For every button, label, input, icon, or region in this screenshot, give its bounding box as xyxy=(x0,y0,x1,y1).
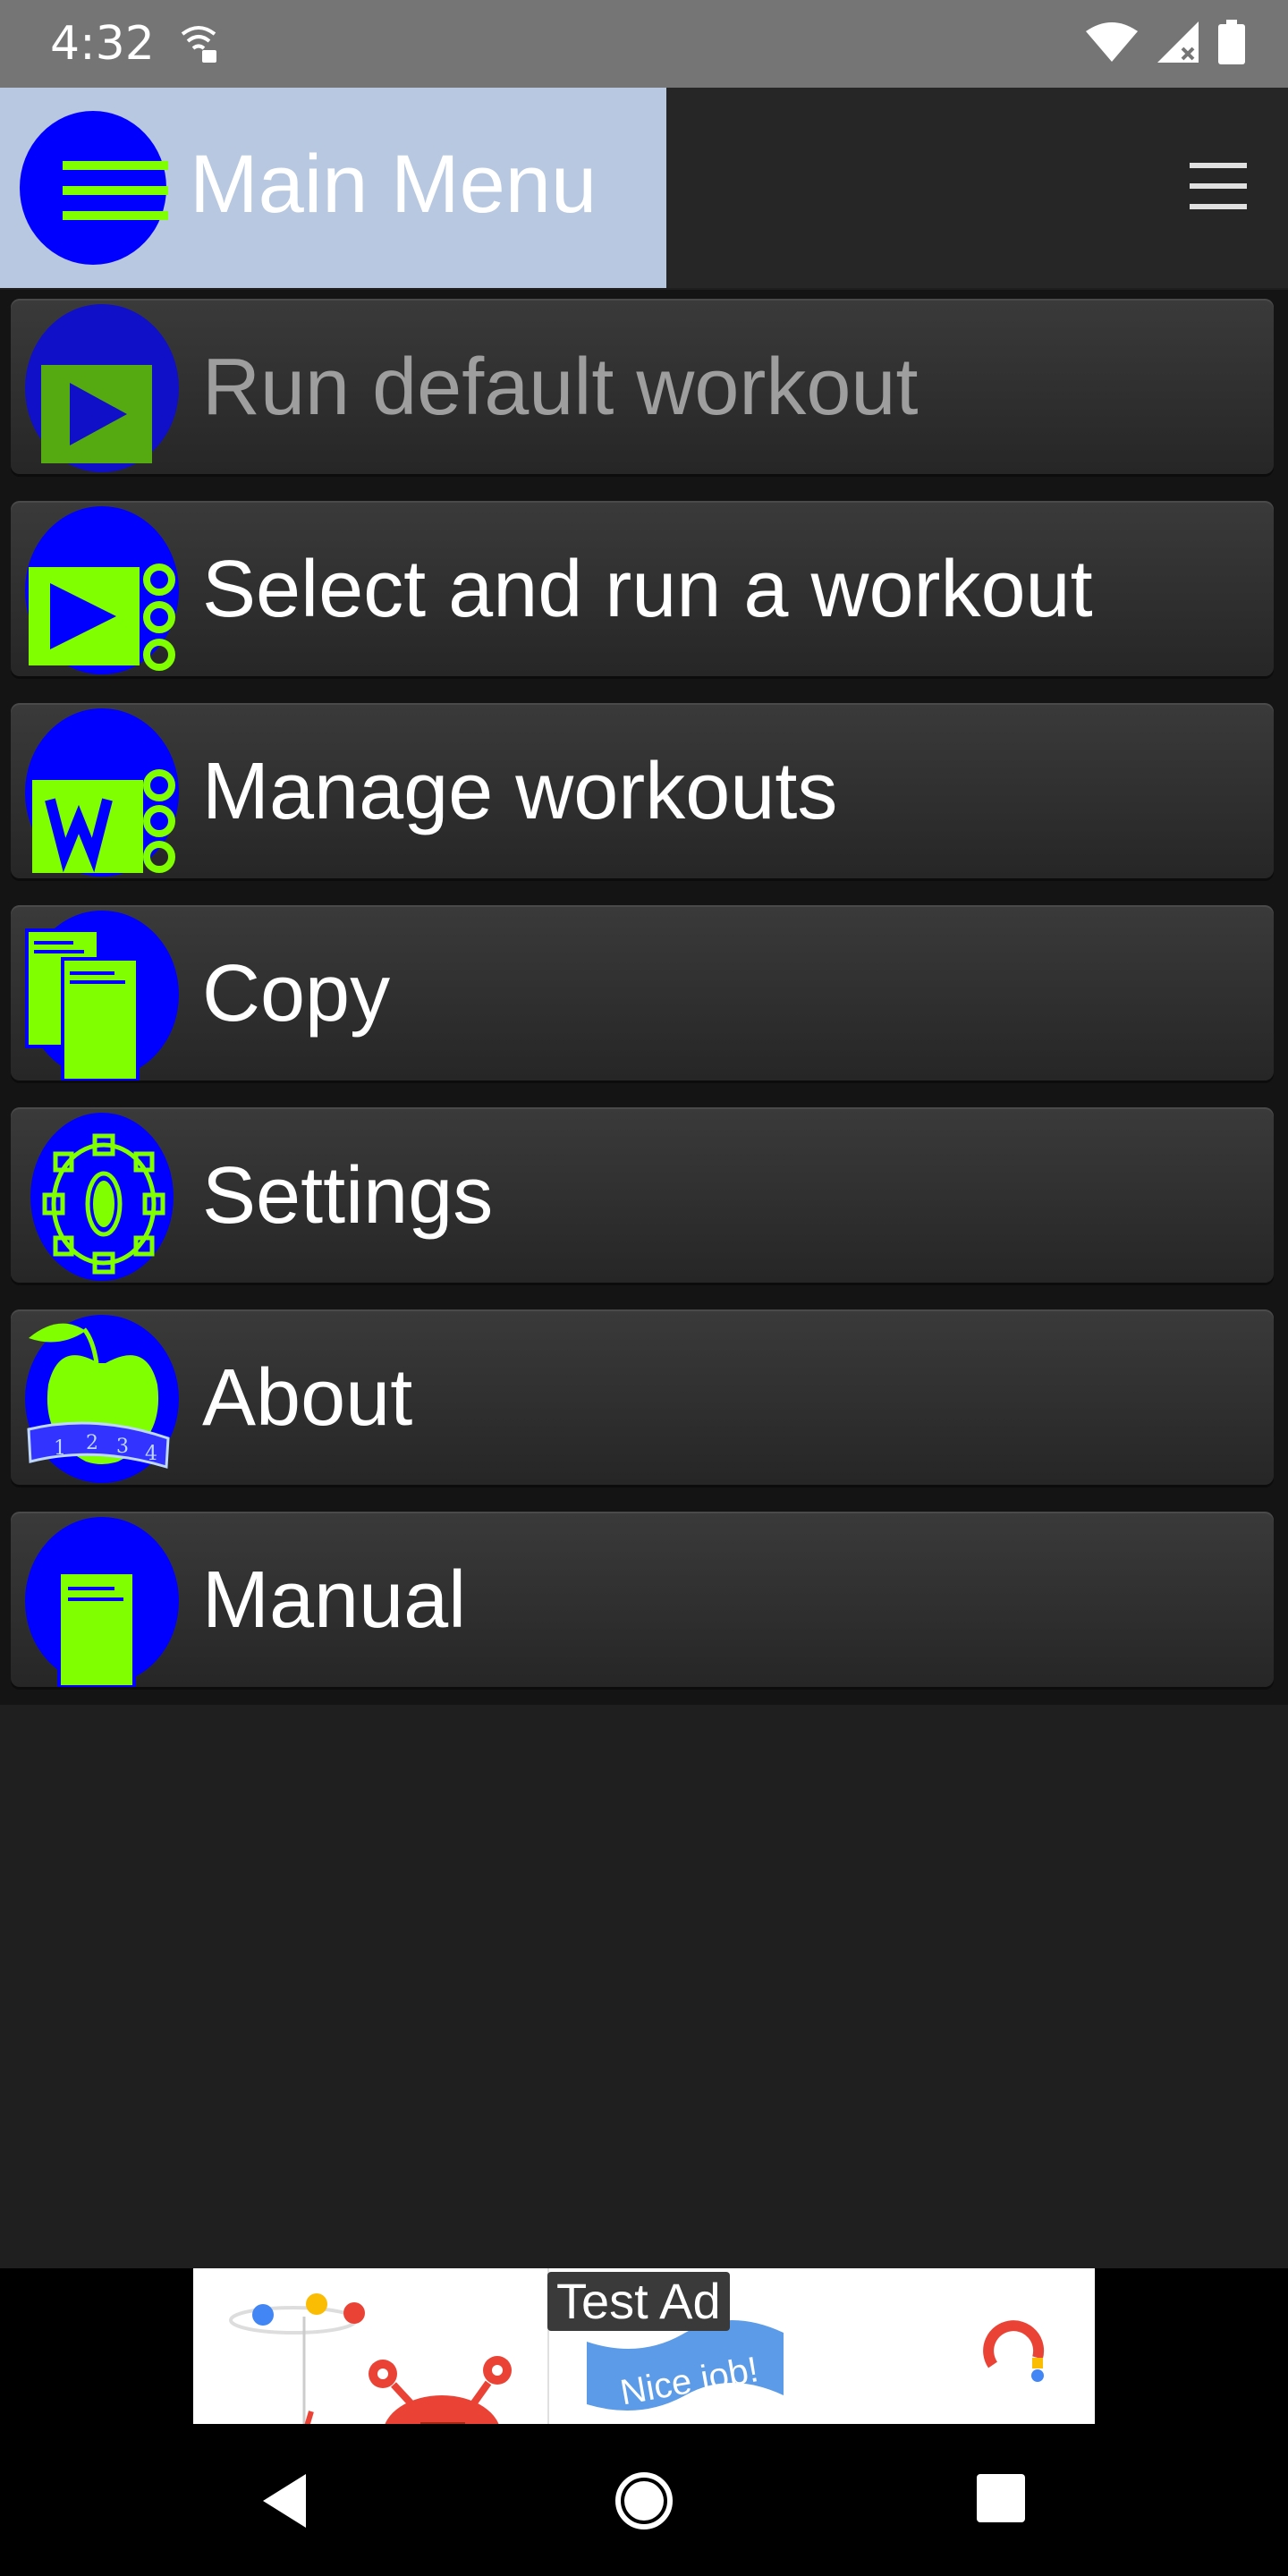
menu-item-about[interactable]: 1 2 3 4 About xyxy=(0,1301,1288,1503)
menu-item-settings[interactable]: Settings xyxy=(0,1098,1288,1301)
menu-item-manual[interactable]: Manual xyxy=(0,1503,1288,1705)
crab-illustration-icon xyxy=(229,2293,512,2424)
ad-logo-icon xyxy=(983,2320,1045,2382)
menu-item-run-default-workout[interactable]: Run default workout xyxy=(0,290,1288,492)
menu-card xyxy=(11,1512,1274,1687)
menu-item-label: Manual xyxy=(202,1555,467,1645)
menu-item-label: Copy xyxy=(202,949,391,1038)
menu-item-label: Select and run a workout xyxy=(202,545,1093,634)
wifi-icon xyxy=(1086,22,1138,62)
menu-item-select-and-run-workout[interactable]: Select and run a workout xyxy=(0,492,1288,694)
svg-text:4: 4 xyxy=(145,1443,157,1465)
wifi-calling-icon xyxy=(181,26,216,63)
menu-card xyxy=(11,905,1274,1080)
status-time: 4:32 xyxy=(50,17,155,71)
status-bar: 4:32 xyxy=(0,0,1288,88)
menu-item-manage-workouts[interactable]: Manage workouts xyxy=(0,694,1288,896)
copy-icon xyxy=(25,911,179,1080)
gear-icon xyxy=(30,1113,174,1281)
hamburger-menu-icon[interactable] xyxy=(1190,161,1247,211)
menu-card xyxy=(11,1107,1274,1283)
system-nav-bar xyxy=(0,2426,1288,2576)
workout-list-icon xyxy=(25,708,179,877)
menu-item-label: Settings xyxy=(202,1151,494,1241)
main-menu-logo-icon xyxy=(20,111,168,265)
title-area: Main Menu xyxy=(0,88,666,288)
svg-text:2: 2 xyxy=(86,1432,98,1454)
menu-item-label: Run default workout xyxy=(202,343,919,432)
battery-icon xyxy=(1218,20,1245,64)
test-ad-label: Test Ad xyxy=(547,2272,730,2331)
document-icon xyxy=(25,1517,179,1687)
cell-signal-icon xyxy=(1157,21,1199,63)
menu-card xyxy=(11,1309,1274,1485)
menu-item-label: About xyxy=(202,1353,413,1443)
play-list-icon xyxy=(25,506,179,674)
test-ad-banner[interactable]: Nice job! Test Ad xyxy=(193,2268,1095,2424)
menu-item-copy[interactable]: Copy xyxy=(0,896,1288,1098)
ad-bar: Nice job! Test Ad xyxy=(0,2268,1288,2426)
page-title: Main Menu xyxy=(190,139,597,230)
app-header: Main Menu xyxy=(0,88,1288,288)
svg-text:3: 3 xyxy=(116,1436,129,1458)
home-icon[interactable] xyxy=(614,2470,674,2531)
svg-text:1: 1 xyxy=(54,1437,66,1460)
nice-job-banner-icon: Nice job! xyxy=(587,2320,784,2412)
menu-item-label: Manage workouts xyxy=(202,747,838,836)
apple-icon: 1 2 3 4 xyxy=(25,1315,179,1483)
recents-icon[interactable] xyxy=(977,2474,1025,2522)
back-icon[interactable] xyxy=(259,2472,309,2529)
play-icon xyxy=(25,304,179,472)
